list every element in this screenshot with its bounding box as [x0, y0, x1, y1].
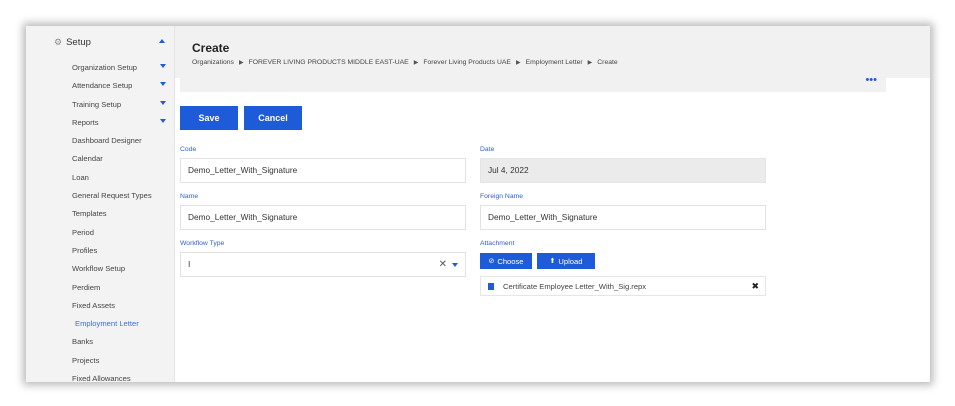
- paperclip-icon: ⊘: [488, 258, 495, 265]
- sidebar-item-workflow-setup[interactable]: Workflow Setup: [26, 260, 174, 278]
- name-label: Name: [180, 193, 199, 200]
- more-options-icon[interactable]: •••: [865, 74, 877, 86]
- sidebar-item-dashboard-designer[interactable]: Dashboard Designer: [26, 132, 174, 150]
- sidebar-item-loan[interactable]: Loan: [26, 169, 174, 187]
- chevron-down-icon[interactable]: [160, 118, 166, 123]
- sidebar-item-label: Calendar: [72, 154, 103, 164]
- sidebar-item-label: Templates: [72, 209, 107, 219]
- attachment-file-row: Certificate Employee Letter_With_Sig.rep…: [480, 276, 766, 296]
- workflow-type-select[interactable]: I ✕: [180, 252, 466, 277]
- breadcrumb-separator-icon: ▶: [413, 60, 419, 66]
- gear-icon: ⚙: [54, 36, 63, 47]
- breadcrumb-item[interactable]: Employment Letter: [526, 59, 583, 66]
- clear-icon[interactable]: ✕: [439, 253, 447, 276]
- sidebar-item-label: Reports: [72, 117, 99, 127]
- save-button[interactable]: Save: [180, 106, 238, 130]
- breadcrumb-item: Create: [597, 59, 618, 66]
- sidebar-item-label: Perdiem: [72, 282, 101, 292]
- upload-icon: ⬆: [549, 258, 556, 265]
- sidebar-item-label: Fixed Assets: [72, 300, 116, 310]
- choose-file-button[interactable]: ⊘ Choose: [480, 253, 532, 269]
- sidebar-item-label: Organization Setup: [72, 63, 138, 72]
- sidebar-item-label: Projects: [72, 355, 100, 365]
- sidebar-item-label: Period: [72, 227, 94, 237]
- attachment-file-name[interactable]: Certificate Employee Letter_With_Sig.rep…: [503, 282, 646, 291]
- sidebar-item-period[interactable]: Period: [26, 224, 174, 242]
- chevron-down-icon[interactable]: [160, 100, 166, 105]
- chevron-up-icon[interactable]: [159, 39, 165, 43]
- breadcrumb-item[interactable]: FOREVER LIVING PRODUCTS MIDDLE EAST-UAE: [249, 59, 409, 66]
- sidebar-item-employment-letter[interactable]: Employment Letter: [26, 315, 174, 333]
- chevron-down-icon[interactable]: [452, 263, 458, 267]
- date-field: Jul 4, 2022: [480, 158, 766, 183]
- foreign-name-field[interactable]: Demo_Letter_With_Signature: [480, 205, 766, 230]
- upload-button[interactable]: ⬆ Upload: [537, 253, 595, 269]
- date-label: Date: [480, 146, 495, 153]
- sidebar-item-training-setup[interactable]: Training Setup: [26, 96, 174, 114]
- cancel-button[interactable]: Cancel: [244, 106, 302, 130]
- sidebar-item-label: Training Setup: [72, 99, 122, 109]
- sidebar-item-profiles[interactable]: Profiles: [26, 242, 174, 260]
- sidebar-item-fixed-allowances[interactable]: Fixed Allowances: [26, 370, 174, 382]
- breadcrumb-item[interactable]: Organizations: [192, 59, 234, 66]
- code-label: Code: [180, 146, 197, 153]
- sidebar-item-label: Workflow Setup: [72, 264, 126, 274]
- choose-label: Choose: [497, 256, 524, 266]
- chevron-down-icon[interactable]: [160, 82, 166, 87]
- sidebar-item-label: Attendance Setup: [72, 81, 133, 91]
- upload-label: Upload: [558, 256, 583, 266]
- page-title: Create: [192, 41, 230, 55]
- sidebar-item-label: Dashboard Designer: [72, 136, 142, 146]
- sidebar-item-label: Employment Letter: [75, 319, 139, 329]
- workflow-type-label: Workflow Type: [180, 240, 225, 247]
- sidebar-item-templates[interactable]: Templates: [26, 205, 174, 223]
- workflow-type-value: I: [188, 259, 191, 269]
- sidebar-item-general-request-types[interactable]: General Request Types: [26, 187, 174, 205]
- sidebar-item-calendar[interactable]: Calendar: [26, 150, 174, 168]
- sidebar-item-projects[interactable]: Projects: [26, 352, 174, 370]
- breadcrumb: Organizations ▶ FOREVER LIVING PRODUCTS MI…: [192, 59, 618, 66]
- sidebar-item-attendance-setup[interactable]: Attendance Setup: [26, 77, 174, 95]
- sidebar-item-organization-setup[interactable]: Organization Setup: [26, 59, 174, 77]
- code-field[interactable]: Demo_Letter_With_Signature: [180, 158, 466, 183]
- name-field[interactable]: Demo_Letter_With_Signature: [180, 205, 466, 230]
- sidebar-nav: Organization Setup Attendance Setup Traini…: [26, 59, 174, 382]
- sidebar-item-fixed-assets[interactable]: Fixed Assets: [26, 297, 174, 315]
- sidebar: ⚙ Setup Organization Setup Attendance Set…: [26, 26, 175, 382]
- breadcrumb-separator-icon: ▶: [515, 60, 521, 66]
- breadcrumb-item[interactable]: Forever Living Products UAE: [423, 59, 511, 66]
- sidebar-item-label: Loan: [72, 172, 89, 182]
- sidebar-item-label: Fixed Allowances: [72, 374, 131, 382]
- sidebar-item-banks[interactable]: Banks: [26, 333, 174, 351]
- sidebar-item-label: Banks: [72, 337, 94, 347]
- sidebar-section-setup[interactable]: ⚙ Setup: [54, 35, 170, 49]
- remove-attachment-icon[interactable]: ✖: [751, 281, 759, 292]
- sidebar-item-reports[interactable]: Reports: [26, 114, 174, 132]
- chevron-down-icon[interactable]: [160, 64, 166, 68]
- breadcrumb-separator-icon: ▶: [238, 60, 244, 66]
- sidebar-item-label: General Request Types: [72, 191, 152, 201]
- file-icon: [488, 282, 494, 290]
- breadcrumb-separator-icon: ▶: [587, 60, 593, 66]
- foreign-name-label: Foreign Name: [480, 193, 524, 200]
- sidebar-section-title: Setup: [66, 36, 91, 48]
- sidebar-item-perdiem[interactable]: Perdiem: [26, 279, 174, 297]
- action-toolbar: •••: [180, 70, 886, 92]
- attachment-label: Attachment: [480, 240, 515, 247]
- sidebar-item-label: Profiles: [72, 245, 98, 255]
